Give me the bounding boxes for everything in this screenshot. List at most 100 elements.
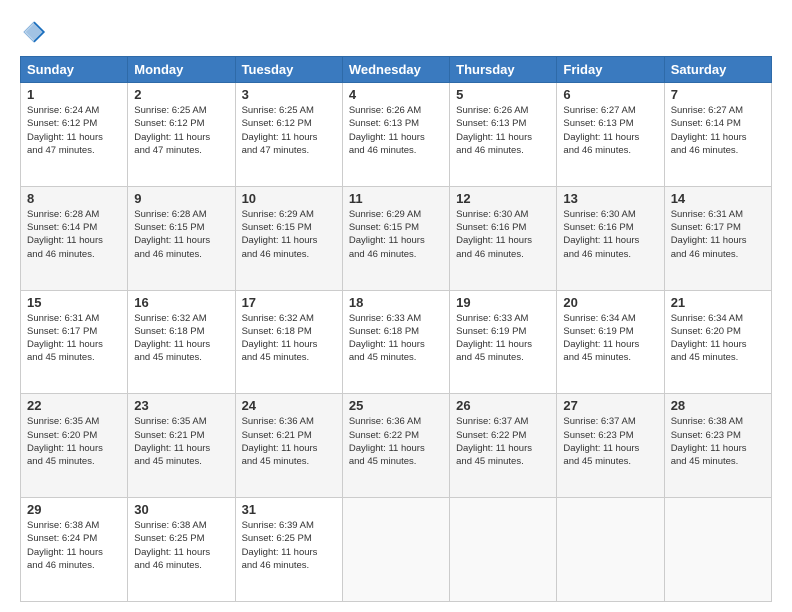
day-cell: 13 Sunrise: 6:30 AMSunset: 6:16 PMDayligh… bbox=[557, 186, 664, 290]
day-number: 5 bbox=[456, 87, 550, 102]
day-cell bbox=[557, 498, 664, 602]
day-number: 12 bbox=[456, 191, 550, 206]
day-cell bbox=[450, 498, 557, 602]
header bbox=[20, 18, 772, 46]
day-info: Sunrise: 6:37 AMSunset: 6:23 PMDaylight:… bbox=[563, 415, 657, 468]
day-info: Sunrise: 6:38 AMSunset: 6:24 PMDaylight:… bbox=[27, 519, 121, 572]
day-info: Sunrise: 6:30 AMSunset: 6:16 PMDaylight:… bbox=[456, 208, 550, 261]
col-header-saturday: Saturday bbox=[664, 57, 771, 83]
day-number: 1 bbox=[27, 87, 121, 102]
day-number: 9 bbox=[134, 191, 228, 206]
day-number: 21 bbox=[671, 295, 765, 310]
col-header-thursday: Thursday bbox=[450, 57, 557, 83]
page: SundayMondayTuesdayWednesdayThursdayFrid… bbox=[0, 0, 792, 612]
day-number: 31 bbox=[242, 502, 336, 517]
day-cell: 12 Sunrise: 6:30 AMSunset: 6:16 PMDayligh… bbox=[450, 186, 557, 290]
day-number: 17 bbox=[242, 295, 336, 310]
day-cell: 16 Sunrise: 6:32 AMSunset: 6:18 PMDayligh… bbox=[128, 290, 235, 394]
col-header-sunday: Sunday bbox=[21, 57, 128, 83]
day-number: 27 bbox=[563, 398, 657, 413]
day-cell: 15 Sunrise: 6:31 AMSunset: 6:17 PMDayligh… bbox=[21, 290, 128, 394]
day-info: Sunrise: 6:28 AMSunset: 6:14 PMDaylight:… bbox=[27, 208, 121, 261]
day-info: Sunrise: 6:33 AMSunset: 6:18 PMDaylight:… bbox=[349, 312, 443, 365]
day-cell: 28 Sunrise: 6:38 AMSunset: 6:23 PMDayligh… bbox=[664, 394, 771, 498]
day-number: 25 bbox=[349, 398, 443, 413]
day-number: 18 bbox=[349, 295, 443, 310]
day-info: Sunrise: 6:30 AMSunset: 6:16 PMDaylight:… bbox=[563, 208, 657, 261]
day-number: 28 bbox=[671, 398, 765, 413]
day-number: 16 bbox=[134, 295, 228, 310]
day-number: 3 bbox=[242, 87, 336, 102]
week-row-5: 29 Sunrise: 6:38 AMSunset: 6:24 PMDayligh… bbox=[21, 498, 772, 602]
day-cell: 11Sunrise: 6:29 AMSunset: 6:15 PMDayligh… bbox=[342, 186, 449, 290]
day-number: 13 bbox=[563, 191, 657, 206]
day-info: Sunrise: 6:27 AMSunset: 6:14 PMDaylight:… bbox=[671, 104, 765, 157]
day-number: 19 bbox=[456, 295, 550, 310]
day-cell: 18 Sunrise: 6:33 AMSunset: 6:18 PMDayligh… bbox=[342, 290, 449, 394]
col-header-monday: Monday bbox=[128, 57, 235, 83]
day-cell bbox=[342, 498, 449, 602]
day-info: Sunrise: 6:28 AMSunset: 6:15 PMDaylight:… bbox=[134, 208, 228, 261]
day-number: 6 bbox=[563, 87, 657, 102]
day-info: Sunrise: 6:31 AMSunset: 6:17 PMDaylight:… bbox=[671, 208, 765, 261]
day-number: 24 bbox=[242, 398, 336, 413]
day-number: 2 bbox=[134, 87, 228, 102]
day-number: 23 bbox=[134, 398, 228, 413]
day-number: 4 bbox=[349, 87, 443, 102]
week-row-4: 22Sunrise: 6:35 AMSunset: 6:20 PMDayligh… bbox=[21, 394, 772, 498]
day-cell: 9 Sunrise: 6:28 AMSunset: 6:15 PMDaylight… bbox=[128, 186, 235, 290]
day-cell: 27 Sunrise: 6:37 AMSunset: 6:23 PMDayligh… bbox=[557, 394, 664, 498]
day-number: 10 bbox=[242, 191, 336, 206]
day-cell: 1 Sunrise: 6:24 AMSunset: 6:12 PMDaylight… bbox=[21, 83, 128, 187]
day-info: Sunrise: 6:24 AMSunset: 6:12 PMDaylight:… bbox=[27, 104, 121, 157]
day-info: Sunrise: 6:38 AMSunset: 6:23 PMDaylight:… bbox=[671, 415, 765, 468]
day-number: 15 bbox=[27, 295, 121, 310]
day-number: 22 bbox=[27, 398, 121, 413]
col-header-tuesday: Tuesday bbox=[235, 57, 342, 83]
day-cell: 29 Sunrise: 6:38 AMSunset: 6:24 PMDayligh… bbox=[21, 498, 128, 602]
day-cell: 14 Sunrise: 6:31 AMSunset: 6:17 PMDayligh… bbox=[664, 186, 771, 290]
day-cell: 2 Sunrise: 6:25 AMSunset: 6:12 PMDaylight… bbox=[128, 83, 235, 187]
day-cell bbox=[664, 498, 771, 602]
day-info: Sunrise: 6:31 AMSunset: 6:17 PMDaylight:… bbox=[27, 312, 121, 365]
day-cell: 20 Sunrise: 6:34 AMSunset: 6:19 PMDayligh… bbox=[557, 290, 664, 394]
day-info: Sunrise: 6:34 AMSunset: 6:19 PMDaylight:… bbox=[563, 312, 657, 365]
day-cell: 26Sunrise: 6:37 AMSunset: 6:22 PMDayligh… bbox=[450, 394, 557, 498]
day-info: Sunrise: 6:33 AMSunset: 6:19 PMDaylight:… bbox=[456, 312, 550, 365]
day-number: 26 bbox=[456, 398, 550, 413]
header-row: SundayMondayTuesdayWednesdayThursdayFrid… bbox=[21, 57, 772, 83]
day-info: Sunrise: 6:36 AMSunset: 6:21 PMDaylight:… bbox=[242, 415, 336, 468]
day-info: Sunrise: 6:35 AMSunset: 6:21 PMDaylight:… bbox=[134, 415, 228, 468]
day-cell: 4Sunrise: 6:26 AMSunset: 6:13 PMDaylight… bbox=[342, 83, 449, 187]
day-info: Sunrise: 6:32 AMSunset: 6:18 PMDaylight:… bbox=[242, 312, 336, 365]
day-cell: 5 Sunrise: 6:26 AMSunset: 6:13 PMDaylight… bbox=[450, 83, 557, 187]
col-header-wednesday: Wednesday bbox=[342, 57, 449, 83]
day-info: Sunrise: 6:25 AMSunset: 6:12 PMDaylight:… bbox=[242, 104, 336, 157]
day-number: 20 bbox=[563, 295, 657, 310]
day-cell: 24 Sunrise: 6:36 AMSunset: 6:21 PMDayligh… bbox=[235, 394, 342, 498]
logo-icon bbox=[20, 18, 48, 46]
day-info: Sunrise: 6:29 AMSunset: 6:15 PMDaylight:… bbox=[349, 208, 443, 261]
day-info: Sunrise: 6:36 AMSunset: 6:22 PMDaylight:… bbox=[349, 415, 443, 468]
calendar: SundayMondayTuesdayWednesdayThursdayFrid… bbox=[20, 56, 772, 602]
col-header-friday: Friday bbox=[557, 57, 664, 83]
day-cell: 21 Sunrise: 6:34 AMSunset: 6:20 PMDayligh… bbox=[664, 290, 771, 394]
day-cell: 7Sunrise: 6:27 AMSunset: 6:14 PMDaylight… bbox=[664, 83, 771, 187]
day-info: Sunrise: 6:39 AMSunset: 6:25 PMDaylight:… bbox=[242, 519, 336, 572]
day-number: 29 bbox=[27, 502, 121, 517]
day-number: 14 bbox=[671, 191, 765, 206]
day-number: 8 bbox=[27, 191, 121, 206]
week-row-2: 8 Sunrise: 6:28 AMSunset: 6:14 PMDaylight… bbox=[21, 186, 772, 290]
day-info: Sunrise: 6:34 AMSunset: 6:20 PMDaylight:… bbox=[671, 312, 765, 365]
day-cell: 3 Sunrise: 6:25 AMSunset: 6:12 PMDaylight… bbox=[235, 83, 342, 187]
week-row-1: 1 Sunrise: 6:24 AMSunset: 6:12 PMDaylight… bbox=[21, 83, 772, 187]
day-info: Sunrise: 6:25 AMSunset: 6:12 PMDaylight:… bbox=[134, 104, 228, 157]
day-cell: 22Sunrise: 6:35 AMSunset: 6:20 PMDayligh… bbox=[21, 394, 128, 498]
day-number: 30 bbox=[134, 502, 228, 517]
logo bbox=[20, 18, 52, 46]
day-info: Sunrise: 6:29 AMSunset: 6:15 PMDaylight:… bbox=[242, 208, 336, 261]
day-info: Sunrise: 6:27 AMSunset: 6:13 PMDaylight:… bbox=[563, 104, 657, 157]
day-info: Sunrise: 6:26 AMSunset: 6:13 PMDaylight:… bbox=[456, 104, 550, 157]
week-row-3: 15 Sunrise: 6:31 AMSunset: 6:17 PMDayligh… bbox=[21, 290, 772, 394]
day-info: Sunrise: 6:32 AMSunset: 6:18 PMDaylight:… bbox=[134, 312, 228, 365]
